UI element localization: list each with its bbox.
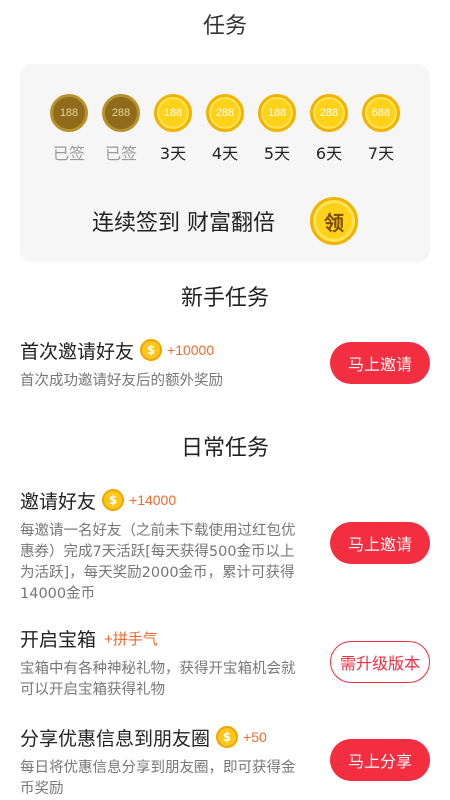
coin-icon: 188 — [154, 94, 192, 132]
coin-icon: $ — [102, 489, 125, 511]
task-reward: +14000 — [129, 492, 177, 508]
page-title: 任务 — [202, 14, 247, 39]
checkin-day-label: 3天 — [159, 144, 187, 163]
task-item-first-invite: 首次邀请好友 $ +10000 首次成功邀请好友后的额外奖励 马上邀请 — [20, 335, 430, 395]
task-item-invite-friends: 邀请好友 $ +14000 每邀请一名好友（之前未下载使用过红包优惠券）完成7天… — [20, 485, 430, 605]
task-description: 每日将优惠信息分享到朋友圈，即可获得金币奖励 — [20, 760, 296, 797]
checkin-day-3: 188 3天 — [152, 94, 194, 164]
checkin-day-5: 188 5天 — [256, 94, 298, 164]
checkin-day-6: 288 6天 — [308, 94, 350, 164]
task-item-treasure-box: 开启宝箱 +拼手气 宝箱中有各种神秘礼物，获得开宝箱机会就可以开启宝箱获得礼物 … — [20, 623, 430, 703]
claim-slogan: 连续签到 财富翻倍 — [92, 211, 275, 236]
claim-button[interactable]: 领 — [310, 197, 358, 245]
section-title-daily: 日常任务 — [180, 436, 269, 461]
checkin-day-label: 7天 — [367, 144, 395, 163]
task-reward: +拼手气 — [104, 630, 158, 648]
coin-icon: 188 — [258, 94, 296, 132]
coin-icon: $ — [140, 339, 163, 361]
coin-icon: 288 — [206, 94, 244, 132]
task-name: 邀请好友 — [20, 490, 97, 513]
upgrade-version-button[interactable]: 需升级版本 — [330, 641, 430, 683]
task-reward: +10000 — [167, 342, 215, 358]
checkin-day-7: 688 7天 — [360, 94, 402, 164]
claim-row: 连续签到 财富翻倍 领 — [20, 197, 430, 245]
checkin-days: 188 已签 288 已签 188 3天 288 4天 188 5天 288 6… — [48, 94, 402, 174]
checkin-day-label: 已签 — [104, 144, 137, 163]
checkin-day-4: 288 4天 — [204, 94, 246, 164]
task-header: 邀请好友 $ +14000 — [20, 485, 430, 515]
task-name: 分享优惠信息到朋友圈 — [20, 727, 211, 750]
task-reward: +50 — [243, 729, 267, 745]
invite-now-button[interactable]: 马上邀请 — [330, 342, 430, 384]
share-now-button[interactable]: 马上分享 — [330, 739, 430, 781]
checkin-day-label: 4天 — [211, 144, 239, 163]
coin-icon: 688 — [362, 94, 400, 132]
coin-icon: 288 — [102, 94, 140, 132]
coin-icon: 288 — [310, 94, 348, 132]
checkin-card: 188 已签 288 已签 188 3天 288 4天 188 5天 288 6… — [20, 64, 430, 262]
coin-icon: 188 — [50, 94, 88, 132]
checkin-day-label: 6天 — [315, 144, 343, 163]
task-name: 开启宝箱 — [20, 628, 97, 651]
invite-now-button[interactable]: 马上邀请 — [330, 522, 430, 564]
checkin-day-2: 288 已签 — [100, 94, 142, 164]
checkin-day-label: 5天 — [263, 144, 291, 163]
coin-icon: $ — [216, 726, 239, 748]
task-item-share-moments: 分享优惠信息到朋友圈 $ +50 每日将优惠信息分享到朋友圈，即可获得金币奖励 … — [20, 722, 430, 800]
task-name: 首次邀请好友 — [20, 340, 135, 363]
checkin-day-1: 188 已签 — [48, 94, 90, 164]
task-description: 首次成功邀请好友后的额外奖励 — [20, 373, 223, 389]
task-description: 宝箱中有各种神秘礼物，获得开宝箱机会就可以开启宝箱获得礼物 — [20, 661, 296, 698]
task-description: 每邀请一名好友（之前未下载使用过红包优惠券）完成7天活跃[每天获得500金币以上… — [20, 523, 296, 602]
checkin-day-label: 已签 — [52, 144, 85, 163]
section-title-newbie: 新手任务 — [180, 286, 269, 311]
